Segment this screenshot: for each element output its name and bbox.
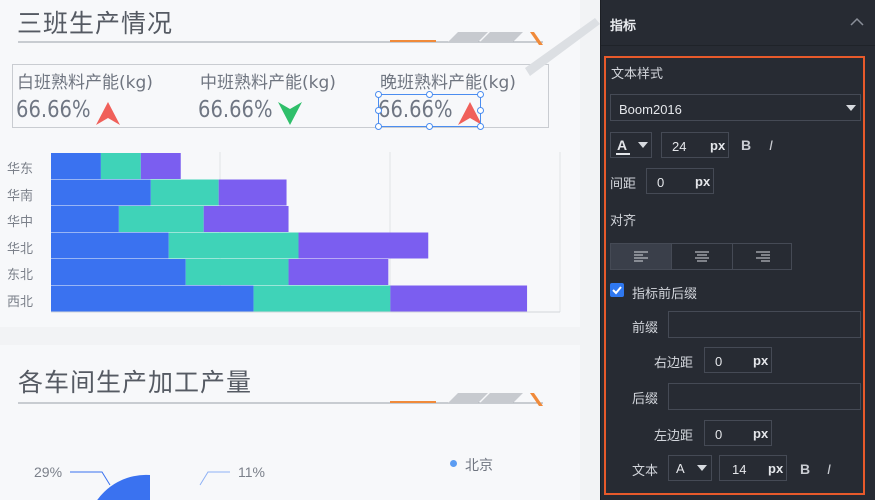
bar-西北-series-2 [390,285,528,312]
stacked-bar-chart [51,152,561,313]
italic-button[interactable]: I [769,137,773,153]
arrow-down-icon [278,102,302,125]
align-label: 对齐 [610,213,637,228]
align-left-icon [634,251,648,262]
resize-handle[interactable] [375,107,382,114]
align-center-button[interactable] [671,244,731,269]
prefix-input[interactable] [668,311,861,338]
right-margin-input[interactable]: 0 px [704,347,772,373]
dashboard-canvas: 三班生产情况 白班熟料产能(kg) 66.66% 中班熟料产能(kg) 66.6… [0,0,600,500]
pie-chart [70,471,230,500]
affix-checkbox[interactable] [610,283,624,297]
bar-华北-series-2 [298,232,429,259]
align-right-button[interactable] [732,244,792,269]
unit-label: px [753,426,769,441]
caret-down-icon [638,142,648,148]
align-left-button[interactable] [611,244,671,269]
unit-label: px [768,461,784,476]
text-size-value: 14 [732,462,747,477]
kpi-value-day[interactable]: 66.66% [16,97,91,123]
font-family-value: Boom2016 [619,102,682,117]
caret-down-icon [846,105,856,111]
bar-华东-series-0 [51,153,101,179]
resize-handle[interactable] [477,107,484,114]
panel-header[interactable]: 指标 [601,0,875,46]
caret-down-icon [697,465,707,471]
text-color-icon: A [676,461,685,476]
suffix-input[interactable] [668,383,861,410]
kpi-label-night: 晚班熟料产能(kg) [380,73,516,93]
resize-handle[interactable] [375,123,382,130]
connector-decoration [525,18,600,76]
font-family-select[interactable]: Boom2016 [610,94,861,121]
resize-handle[interactable] [477,91,484,98]
pie-label: 29% [34,464,63,480]
bar-西北-series-0 [51,285,254,312]
panel-title: 指标 [610,18,637,33]
italic-button[interactable]: I [827,461,831,477]
kpi-label-day: 白班熟料产能(kg) [17,73,153,93]
title-decoration [18,393,543,406]
resize-handle[interactable] [375,91,382,98]
bar-华北-series-1 [168,232,299,259]
right-margin-value: 0 [715,354,723,369]
font-color-picker[interactable]: A [610,132,652,158]
text-size-input[interactable]: 14 px [719,455,787,481]
kpi-label-mid: 中班熟料产能(kg) [200,73,336,93]
resize-handle[interactable] [426,123,433,130]
bar-东北-series-1 [185,259,289,285]
bar-华南-series-0 [51,179,151,206]
bar-华东-series-2 [140,153,181,179]
font-color-icon: A [617,137,628,153]
bar-东北-series-2 [288,259,389,285]
spacing-label: 间距 [610,176,637,191]
bar-华南-series-2 [218,179,287,206]
font-size-value: 24 [672,139,687,154]
unit-label: px [695,174,711,189]
bold-button[interactable]: B [741,137,751,153]
pie-label: 11% [238,464,265,480]
legend-item: 北京 [465,457,493,473]
title-decoration [18,32,543,45]
section-title: 文本样式 [611,66,664,81]
align-center-icon [695,251,709,262]
spacing-input[interactable]: 0 px [646,168,714,194]
affix-label: 指标前后缀 [632,286,698,301]
unit-label: px [710,138,726,153]
bar-华中-series-2 [203,206,289,232]
chevron-up-icon[interactable] [850,17,864,27]
bar-华南-series-1 [150,179,219,206]
unit-label: px [753,353,769,368]
align-button-group [610,243,792,270]
left-margin-value: 0 [715,427,723,442]
text-color-picker[interactable]: A [668,455,712,481]
spacing-value: 0 [657,175,665,190]
arrow-up-icon [96,102,120,125]
color-swatch [616,153,630,155]
resize-handle[interactable] [426,91,433,98]
align-right-icon [756,251,770,262]
check-icon [612,286,622,295]
bar-华中-series-0 [51,206,119,232]
production-card[interactable]: 三班生产情况 白班熟料产能(kg) 66.66% 中班熟料产能(kg) 66.6… [0,0,580,327]
legend-dot [450,460,457,467]
font-size-input[interactable]: 24 px [661,132,729,158]
text-label: 文本 [632,463,659,478]
bar-华东-series-1 [100,153,141,179]
bar-华北-series-0 [51,232,169,259]
right-margin-label: 右边距 [654,355,694,370]
bar-东北-series-0 [51,259,186,285]
workshop-card[interactable]: 各车间生产加工产量 29% 11% 北京 [0,345,580,500]
prefix-label: 前缀 [632,320,659,335]
left-margin-label: 左边距 [654,428,694,443]
resize-handle[interactable] [477,123,484,130]
kpi-value-mid[interactable]: 66.66% [198,97,273,123]
suffix-label: 后缀 [632,391,659,406]
left-margin-input[interactable]: 0 px [704,420,772,446]
bar-西北-series-1 [253,285,391,312]
bold-button[interactable]: B [800,461,810,477]
bar-华中-series-1 [118,206,204,232]
